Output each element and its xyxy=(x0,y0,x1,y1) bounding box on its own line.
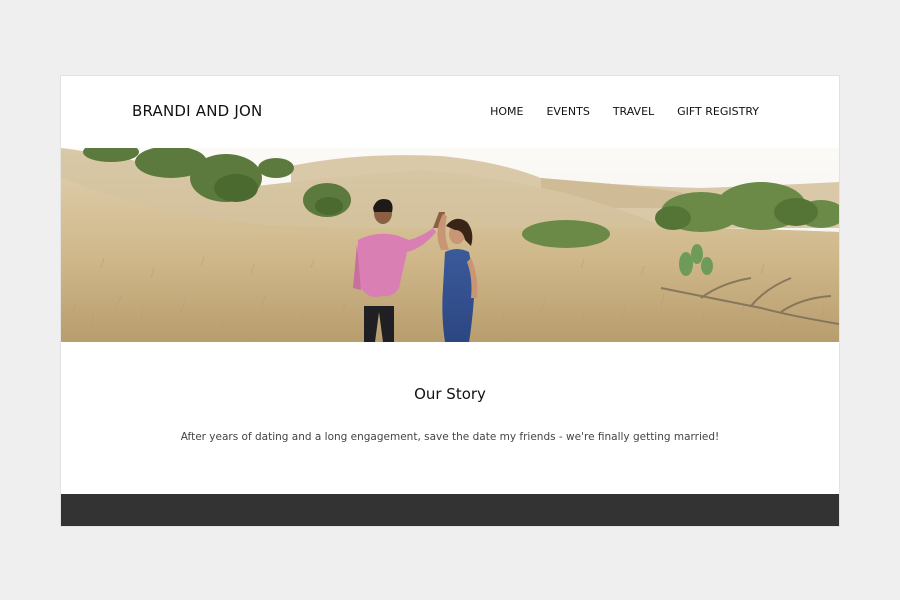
nav-item-travel[interactable]: TRAVEL xyxy=(613,105,654,118)
site-brand[interactable]: BRANDI AND JON xyxy=(132,102,262,120)
story-text: After years of dating and a long engagem… xyxy=(180,431,720,443)
website-preview: BRANDI AND JON HOME EVENTS TRAVEL GIFT R… xyxy=(61,76,839,526)
site-header: BRANDI AND JON HOME EVENTS TRAVEL GIFT R… xyxy=(61,76,839,148)
story-title: Our Story xyxy=(414,385,486,403)
nav-item-events[interactable]: EVENTS xyxy=(546,105,589,118)
couple-in-field-photo xyxy=(61,148,839,342)
site-footer xyxy=(61,494,839,526)
hero-photo xyxy=(61,148,839,342)
main-nav: HOME EVENTS TRAVEL GIFT REGISTRY xyxy=(490,105,759,118)
nav-item-gift-registry[interactable]: GIFT REGISTRY xyxy=(677,105,759,118)
story-section: Our Story After years of dating and a lo… xyxy=(61,342,839,494)
nav-item-home[interactable]: HOME xyxy=(490,105,523,118)
